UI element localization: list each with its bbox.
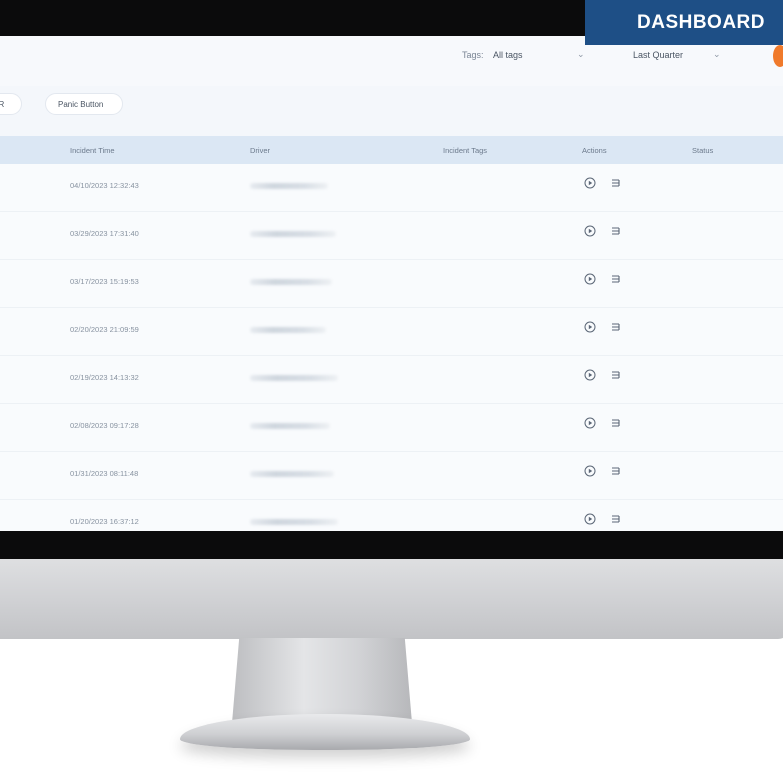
- table-row[interactable]: 02/20/2023 21:09:59: [0, 308, 783, 356]
- details-list-icon[interactable]: [610, 177, 622, 189]
- avatar[interactable]: [773, 45, 783, 67]
- play-circle-icon[interactable]: [584, 273, 596, 285]
- incident-time-cell: 03/17/2023 15:19:53: [70, 277, 139, 286]
- tags-filter-label: Tags:: [462, 50, 484, 60]
- details-list-icon[interactable]: [610, 369, 622, 381]
- table-row[interactable]: 03/29/2023 17:31:40: [0, 212, 783, 260]
- play-circle-icon[interactable]: [584, 465, 596, 477]
- monitor-stand-neck: [232, 638, 412, 723]
- table-row[interactable]: 02/08/2023 09:17:28: [0, 404, 783, 452]
- period-select[interactable]: Last Quarter: [633, 50, 683, 60]
- incident-time-cell: 04/10/2023 12:32:43: [70, 181, 139, 190]
- incident-table-body: 04/10/2023 12:32:43 03/29/2023 17:31:40 03…: [0, 164, 783, 531]
- play-circle-icon[interactable]: [584, 417, 596, 429]
- driver-cell-redacted: [250, 423, 330, 429]
- column-header-incident-time[interactable]: Incident Time: [70, 146, 115, 155]
- column-header-actions: Actions: [582, 146, 607, 155]
- driver-cell-redacted: [250, 519, 338, 525]
- details-list-icon[interactable]: [610, 321, 622, 333]
- app-screen: Tags: All tags ⌄ Last Quarter ⌄ WR Panic…: [0, 36, 783, 531]
- banner-title: DASHBOARD: [637, 11, 765, 33]
- filter-chip-label: WR: [0, 99, 5, 109]
- table-header: Incident Time Driver Incident Tags Actio…: [0, 136, 783, 164]
- monitor-chin: [0, 559, 783, 639]
- details-list-icon[interactable]: [610, 273, 622, 285]
- driver-cell-redacted: [250, 279, 332, 285]
- incident-time-cell: 01/20/2023 16:37:12: [70, 517, 139, 526]
- incident-time-cell: 03/29/2023 17:31:40: [70, 229, 139, 238]
- column-header-status[interactable]: Status: [692, 146, 713, 155]
- driver-cell-redacted: [250, 375, 338, 381]
- dashboard-banner: DASHBOARD: [585, 0, 783, 45]
- driver-cell-redacted: [250, 231, 336, 237]
- details-list-icon[interactable]: [610, 417, 622, 429]
- table-row[interactable]: 04/10/2023 12:32:43: [0, 164, 783, 212]
- play-circle-icon[interactable]: [584, 513, 596, 525]
- chevron-down-icon[interactable]: ⌄: [713, 49, 721, 60]
- details-list-icon[interactable]: [610, 225, 622, 237]
- driver-cell-redacted: [250, 183, 328, 189]
- play-circle-icon[interactable]: [584, 369, 596, 381]
- column-header-driver[interactable]: Driver: [250, 146, 270, 155]
- details-list-icon[interactable]: [610, 513, 622, 525]
- filter-chip-wr[interactable]: WR: [0, 93, 22, 115]
- incident-time-cell: 02/19/2023 14:13:32: [70, 373, 139, 382]
- column-header-incident-tags[interactable]: Incident Tags: [443, 146, 487, 155]
- incident-time-cell: 01/31/2023 08:11:48: [70, 469, 139, 478]
- incident-time-cell: 02/20/2023 21:09:59: [70, 325, 139, 334]
- driver-cell-redacted: [250, 327, 326, 333]
- table-row[interactable]: 01/31/2023 08:11:48: [0, 452, 783, 500]
- play-circle-icon[interactable]: [584, 321, 596, 333]
- monitor-stand-base: [180, 714, 470, 750]
- tags-filter-select[interactable]: All tags: [493, 50, 523, 60]
- play-circle-icon[interactable]: [584, 177, 596, 189]
- driver-cell-redacted: [250, 471, 334, 477]
- filter-chip-panic-button[interactable]: Panic Button: [45, 93, 123, 115]
- table-row[interactable]: 03/17/2023 15:19:53: [0, 260, 783, 308]
- table-row[interactable]: 01/20/2023 16:37:12: [0, 500, 783, 531]
- table-row[interactable]: 02/19/2023 14:13:32: [0, 356, 783, 404]
- chevron-down-icon[interactable]: ⌄: [577, 49, 585, 60]
- details-list-icon[interactable]: [610, 465, 622, 477]
- play-circle-icon[interactable]: [584, 225, 596, 237]
- incident-time-cell: 02/08/2023 09:17:28: [70, 421, 139, 430]
- filter-chip-label: Panic Button: [58, 99, 104, 109]
